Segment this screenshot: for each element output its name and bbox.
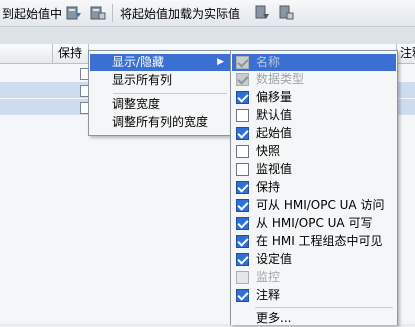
column-option-label: 注释 bbox=[256, 288, 281, 302]
menu-item-show-all-columns[interactable]: 显示所有列 bbox=[90, 72, 230, 89]
checkbox[interactable] bbox=[236, 217, 249, 230]
column-option-default-value[interactable]: 默认值 bbox=[232, 107, 396, 124]
snapshot-copy-icon[interactable] bbox=[90, 5, 106, 21]
menu-item-adjust-width[interactable]: 调整宽度 bbox=[90, 96, 230, 113]
column-option-label: 监视值 bbox=[256, 162, 293, 176]
snapshot-load-icon[interactable] bbox=[66, 5, 82, 21]
column-option-label: 设定值 bbox=[256, 252, 293, 266]
column-option-writable-hmi[interactable]: 从 HMI/OPC UA 可写 bbox=[232, 215, 396, 232]
checkbox[interactable] bbox=[236, 91, 249, 104]
checkbox[interactable] bbox=[236, 73, 249, 86]
column-option-label: 起始值 bbox=[256, 126, 293, 140]
column-option-accessible-hmi[interactable]: 可从 HMI/OPC UA 访问 bbox=[232, 197, 396, 214]
toolbar: 到起始值中 将起始值加载为实际值 bbox=[0, 0, 415, 27]
table-toolbar-band bbox=[0, 27, 415, 44]
column-option-retain[interactable]: 保持 bbox=[232, 179, 396, 196]
menu-item-adjust-all-widths[interactable]: 调整所有列的宽度 bbox=[90, 114, 230, 131]
column-option-name[interactable]: 名称 bbox=[232, 54, 396, 71]
menu-separator bbox=[113, 93, 227, 94]
column-divider[interactable] bbox=[52, 44, 53, 63]
checkbox[interactable] bbox=[236, 199, 249, 212]
column-option-label: 名称 bbox=[256, 55, 281, 69]
checkbox[interactable] bbox=[236, 127, 249, 140]
column-option-label: 可从 HMI/OPC UA 访问 bbox=[256, 198, 385, 212]
submenu-arrow-icon: ▶ bbox=[217, 57, 224, 67]
menu-item-label: 调整宽度 bbox=[112, 97, 161, 111]
column-option-more[interactable]: 更多... bbox=[232, 310, 396, 327]
checkbox[interactable] bbox=[236, 181, 249, 194]
toolbar-label-load-start-as-actual: 将起始值加载为实际值 bbox=[120, 7, 241, 21]
column-option-supervision[interactable]: 监控 bbox=[232, 269, 396, 286]
checkbox[interactable] bbox=[236, 163, 249, 176]
column-option-offset[interactable]: 偏移量 bbox=[232, 89, 396, 106]
column-option-label: 在 HMI 工程组态中可见 bbox=[256, 234, 383, 248]
menu-item-label: 显示所有列 bbox=[112, 73, 173, 87]
column-option-comment[interactable]: 注释 bbox=[232, 287, 396, 304]
column-option-snapshot[interactable]: 快照 bbox=[232, 143, 396, 160]
column-option-label: 快照 bbox=[256, 144, 281, 158]
toolbar-label-to-start-value: 到起始值中 bbox=[2, 7, 63, 21]
column-option-label: 数据类型 bbox=[256, 72, 305, 86]
column-option-setpoint[interactable]: 设定值 bbox=[232, 251, 396, 268]
checkbox[interactable] bbox=[236, 235, 249, 248]
checkbox[interactable] bbox=[236, 109, 249, 122]
checkbox[interactable] bbox=[236, 289, 249, 302]
menu-item-label: 调整所有列的宽度 bbox=[112, 115, 209, 129]
start-value-load-icon[interactable] bbox=[254, 5, 270, 21]
column-option-label: 监控 bbox=[256, 270, 281, 284]
column-option-monitor-value[interactable]: 监视值 bbox=[232, 161, 396, 178]
menu-item-show-hide[interactable]: 显示/隐藏 ▶ bbox=[90, 54, 230, 71]
column-option-label: 保持 bbox=[256, 180, 281, 194]
column-option-visible-hmi[interactable]: 在 HMI 工程组态中可见 bbox=[232, 233, 396, 250]
column-header-comment[interactable]: 注释 bbox=[396, 44, 415, 63]
column-option-start-value[interactable]: 起始值 bbox=[232, 125, 396, 142]
checkbox[interactable] bbox=[236, 253, 249, 266]
column-header-retain[interactable]: 保持 bbox=[54, 44, 82, 63]
more-label: 更多... bbox=[256, 311, 292, 325]
menu-item-label: 显示/隐藏 bbox=[112, 55, 165, 69]
column-option-label: 默认值 bbox=[256, 108, 293, 122]
checkbox[interactable] bbox=[236, 56, 249, 69]
checkbox[interactable] bbox=[236, 145, 249, 158]
menu-separator bbox=[255, 307, 393, 308]
toolbar-separator bbox=[112, 4, 113, 22]
column-visibility-submenu: 名称 数据类型 偏移量 默认值 起始值 快照 监视值 保持 可从 HMI/OPC… bbox=[230, 50, 398, 325]
column-option-label: 从 HMI/OPC UA 可写 bbox=[256, 216, 373, 230]
start-value-copy-icon[interactable] bbox=[278, 5, 294, 21]
checkbox[interactable] bbox=[236, 271, 249, 284]
column-option-label: 偏移量 bbox=[256, 90, 293, 104]
column-option-data-type[interactable]: 数据类型 bbox=[232, 71, 396, 88]
context-menu: 显示/隐藏 ▶ 显示所有列 调整宽度 调整所有列的宽度 bbox=[88, 50, 232, 136]
